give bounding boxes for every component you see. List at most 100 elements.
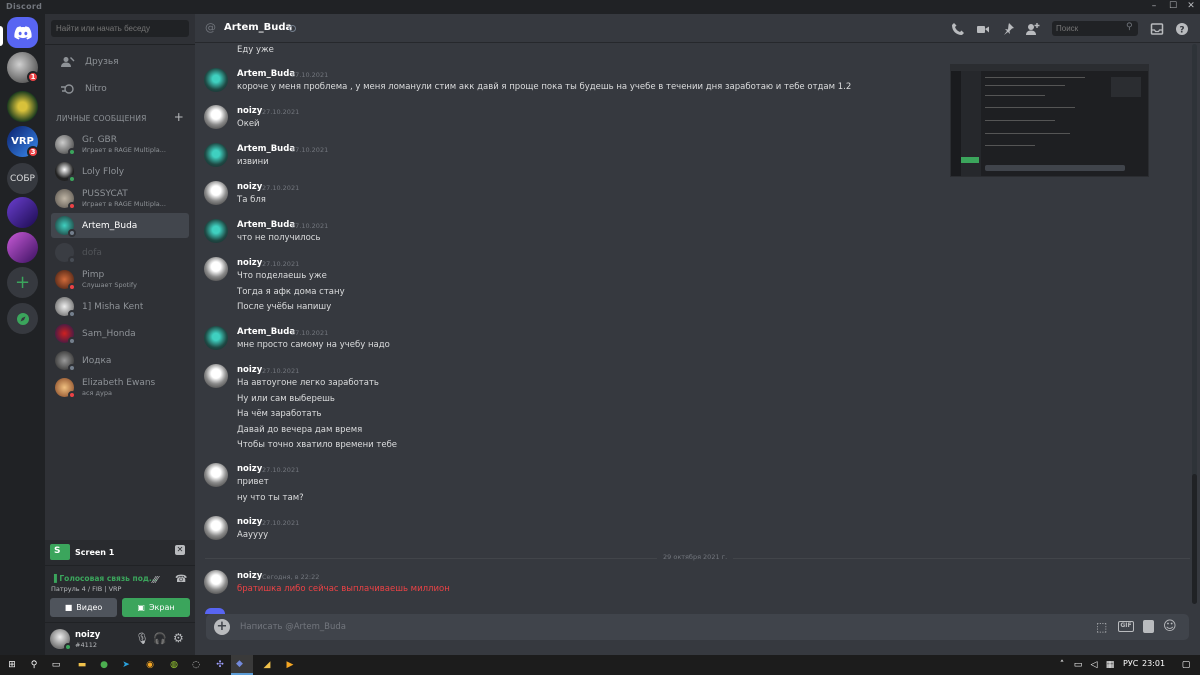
keyboard-icon[interactable]: ▦: [1104, 659, 1116, 671]
avatar[interactable]: [204, 68, 228, 92]
message-author[interactable]: Artem_Buda: [237, 144, 295, 154]
chrome-icon[interactable]: ●: [98, 659, 110, 671]
scrollbar[interactable]: [1192, 44, 1197, 604]
dm-item[interactable]: 1] Misha Kent: [51, 294, 189, 319]
server-icon-2[interactable]: [7, 91, 38, 122]
emoji-icon[interactable]: ☺: [1163, 619, 1177, 634]
network-icon[interactable]: ▭: [1072, 659, 1084, 671]
task-view-icon[interactable]: ▭: [50, 659, 62, 671]
headphones-icon[interactable]: 🎧: [153, 632, 167, 645]
file-explorer-icon[interactable]: ▬: [76, 659, 88, 671]
user-tag: #4112: [75, 641, 97, 649]
signal-icon: ▐: [51, 574, 57, 583]
settings-gear-icon[interactable]: ⚙: [173, 631, 184, 645]
volume-icon[interactable]: ◁: [1088, 659, 1100, 671]
dm-name: Artem_Buda: [82, 220, 138, 231]
create-dm-plus-icon[interactable]: +: [174, 111, 184, 123]
gift-icon[interactable]: ⬚: [1096, 620, 1107, 634]
dm-item[interactable]: Йодка: [51, 348, 189, 373]
dm-item[interactable]: Gr. GBR Играет в RAGE Multipla...: [51, 132, 189, 157]
dm-item[interactable]: dofa: [51, 240, 189, 265]
dm-item[interactable]: PUSSYCAT Играет в RAGE Multipla...: [51, 186, 189, 211]
message-author[interactable]: noizy: [237, 517, 262, 527]
friends-nav[interactable]: Друзья: [51, 49, 189, 75]
server-icon-6[interactable]: [7, 232, 38, 263]
search-icon[interactable]: ⚲: [28, 659, 40, 671]
server-icon-sobr[interactable]: СОБР: [7, 163, 38, 194]
explore-servers-button[interactable]: [7, 303, 38, 334]
notifications-icon[interactable]: ▢: [1180, 659, 1192, 671]
close-preview-icon[interactable]: ✕: [175, 545, 185, 555]
app-icon-4[interactable]: ✣: [214, 659, 226, 671]
clock[interactable]: 23:01: [1142, 659, 1165, 668]
server-icon-5[interactable]: [7, 197, 38, 228]
dm-name: Sam_Honda: [82, 328, 136, 339]
video-call-icon[interactable]: [976, 22, 990, 36]
home-button[interactable]: [7, 17, 38, 48]
avatar[interactable]: [204, 516, 228, 540]
dm-item[interactable]: Sam_Honda: [51, 321, 189, 346]
tray-chevron-icon[interactable]: ˄: [1056, 659, 1068, 671]
avatar: [55, 162, 76, 183]
video-button[interactable]: ■ Видео: [50, 598, 117, 617]
message-author[interactable]: noizy: [237, 258, 262, 268]
upload-plus-icon[interactable]: +: [214, 619, 230, 635]
discord-taskbar-button[interactable]: ◆: [231, 655, 253, 675]
maximize-icon[interactable]: ☐: [1163, 1, 1183, 11]
avatar[interactable]: [204, 257, 228, 281]
nitro-nav[interactable]: Nitro: [51, 76, 189, 102]
gif-icon[interactable]: GIF: [1118, 621, 1134, 632]
dm-item[interactable]: Elizabeth Ewans ася дура: [51, 375, 189, 400]
dm-item[interactable]: Loly Floly: [51, 159, 189, 184]
image-attachment[interactable]: [950, 64, 1149, 177]
noise-suppression-icon[interactable]: ⁄⁄⁄: [153, 575, 158, 586]
username: noizy: [75, 630, 101, 640]
app-icon-3[interactable]: ◌: [190, 659, 202, 671]
avatar[interactable]: [204, 570, 228, 594]
inbox-icon[interactable]: [1150, 22, 1164, 36]
message-author[interactable]: Artem_Buda: [237, 327, 295, 337]
dm-search-input[interactable]: [51, 20, 189, 37]
avatar[interactable]: [204, 181, 228, 205]
status-indicator: [68, 175, 76, 183]
app-icon-5[interactable]: ◢: [261, 659, 273, 671]
dm-item[interactable]: Artem_Buda: [51, 213, 189, 238]
plus-icon: +: [14, 271, 31, 293]
disconnect-icon[interactable]: ☎: [175, 574, 187, 585]
avatar[interactable]: [204, 219, 228, 243]
minimize-icon[interactable]: –: [1144, 1, 1164, 11]
avatar[interactable]: [204, 364, 228, 388]
pin-icon[interactable]: [1001, 22, 1015, 36]
avatar[interactable]: [204, 326, 228, 350]
language-indicator[interactable]: РУС: [1123, 659, 1138, 668]
message-composer[interactable]: + Написать @Artem_Buda ⬚ GIF ☺: [206, 614, 1189, 640]
avatar[interactable]: [204, 143, 228, 167]
add-friend-icon[interactable]: [1026, 22, 1040, 36]
screen-share-button[interactable]: ▣ Экран: [122, 598, 190, 617]
avatar[interactable]: [204, 105, 228, 129]
message-author[interactable]: noizy: [237, 365, 262, 375]
message-author[interactable]: noizy: [237, 571, 262, 581]
app-icon-1[interactable]: ◉: [144, 659, 156, 671]
close-icon[interactable]: ✕: [1181, 1, 1200, 11]
add-server-button[interactable]: +: [7, 267, 38, 298]
message-author[interactable]: noizy: [237, 182, 262, 192]
media-player-icon[interactable]: ▶: [284, 659, 296, 671]
windows-start-icon[interactable]: ⊞: [6, 659, 18, 671]
telegram-icon[interactable]: ➤: [120, 659, 132, 671]
microphone-icon[interactable]: 🎙: [135, 632, 149, 645]
help-icon[interactable]: ?: [1175, 22, 1189, 36]
message-line: Чтобы точно хватило времени тебе: [237, 440, 398, 450]
sticker-icon[interactable]: [1143, 620, 1154, 633]
app-icon-2[interactable]: ◍: [168, 659, 180, 671]
dm-name: Gr. GBR: [82, 134, 117, 145]
message-author[interactable]: Artem_Buda: [237, 220, 295, 230]
message-author[interactable]: noizy: [237, 464, 262, 474]
dm-item[interactable]: Pimp Слушает Spotify: [51, 267, 189, 292]
voice-call-icon[interactable]: [951, 22, 965, 36]
message-author[interactable]: noizy: [237, 106, 262, 116]
avatar: [55, 135, 76, 156]
avatar[interactable]: [204, 463, 228, 487]
message-timestamp: 27.10.2021: [262, 367, 300, 375]
message-author[interactable]: Artem_Buda: [237, 69, 295, 79]
